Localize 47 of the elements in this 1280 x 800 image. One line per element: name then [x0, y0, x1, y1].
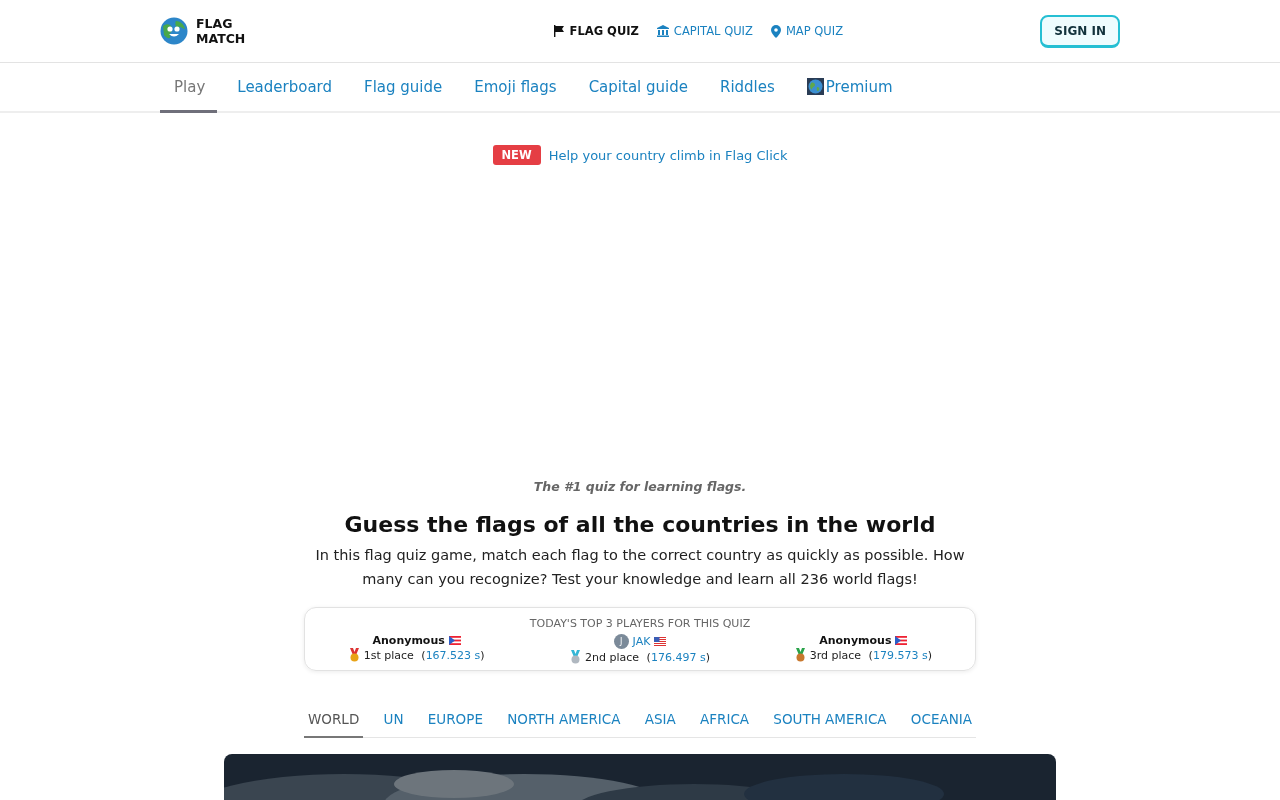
region-tab[interactable]: OCEANIA	[906, 707, 976, 738]
region-tab[interactable]: EUROPE	[423, 707, 487, 738]
pin-icon	[770, 24, 781, 38]
time-text: (167.523 s)	[420, 648, 485, 662]
nav-tab[interactable]: Play	[160, 63, 218, 113]
place-text: 3rd place	[809, 648, 862, 662]
time-text: (176.497 s)	[645, 650, 710, 664]
quiz-link[interactable]: CAPITAL QUIZ	[656, 24, 753, 38]
medal-icon	[348, 648, 360, 662]
region-tab[interactable]: AFRICA	[696, 707, 754, 738]
place-text: 2nd place	[585, 650, 640, 664]
flag-icon	[552, 25, 565, 37]
avatar: J	[613, 634, 629, 649]
place-text: 1st place	[363, 648, 414, 662]
nav-tab[interactable]: Emoji flags	[462, 63, 569, 113]
logo-text[interactable]: FLAG MATCH	[196, 16, 246, 46]
sign-in-button[interactable]: SIGN IN	[1040, 14, 1120, 48]
bank-icon	[656, 25, 669, 37]
page-heading: Guess the flags of all the countries in the world	[344, 512, 936, 537]
intro-text: In this flag quiz game, match each flag to the correct country as quickly as possible. How many can you recognize? Test your knowledge and learn all 236 world flags!	[314, 546, 966, 589]
player-name[interactable]: JAK	[632, 635, 651, 648]
new-badge: NEW	[492, 145, 541, 165]
region-tab[interactable]: SOUTH AMERICA	[769, 707, 891, 738]
region-tab[interactable]: UN	[379, 707, 408, 738]
nav-tab[interactable]: Flag guide	[352, 63, 455, 113]
quiz-link[interactable]: FLAG QUIZ	[552, 24, 639, 38]
region-tab[interactable]: NORTH AMERICA	[503, 707, 625, 738]
region-tab[interactable]: ASIA	[640, 707, 680, 738]
globe-mascot-icon	[160, 17, 188, 45]
time-text: (179.573 s)	[867, 648, 932, 662]
player-name: Anonymous	[819, 634, 892, 647]
tagline: The #1 quiz for learning flags.	[533, 479, 747, 494]
region-tab[interactable]: WORLD	[304, 707, 364, 738]
flag-icon	[895, 636, 908, 645]
flag-icon	[654, 637, 667, 646]
medal-icon	[570, 650, 582, 664]
card-title: TODAY'S TOP 3 PLAYERS FOR THIS QUIZ	[529, 617, 751, 630]
player-name: Anonymous	[372, 634, 445, 647]
nav-tab[interactable]: Leaderboard	[225, 63, 345, 113]
medal-icon	[794, 648, 806, 662]
quiz-link[interactable]: MAP QUIZ	[770, 24, 843, 38]
nav-tab[interactable]: Riddles	[707, 63, 787, 113]
nav-tab[interactable]: Capital guide	[576, 63, 700, 113]
flag-icon	[448, 636, 461, 645]
announcement-link[interactable]: Help your country climb in Flag Click	[548, 147, 788, 163]
nav-tab[interactable]: Premium	[794, 63, 905, 113]
globe-icon	[806, 78, 824, 95]
